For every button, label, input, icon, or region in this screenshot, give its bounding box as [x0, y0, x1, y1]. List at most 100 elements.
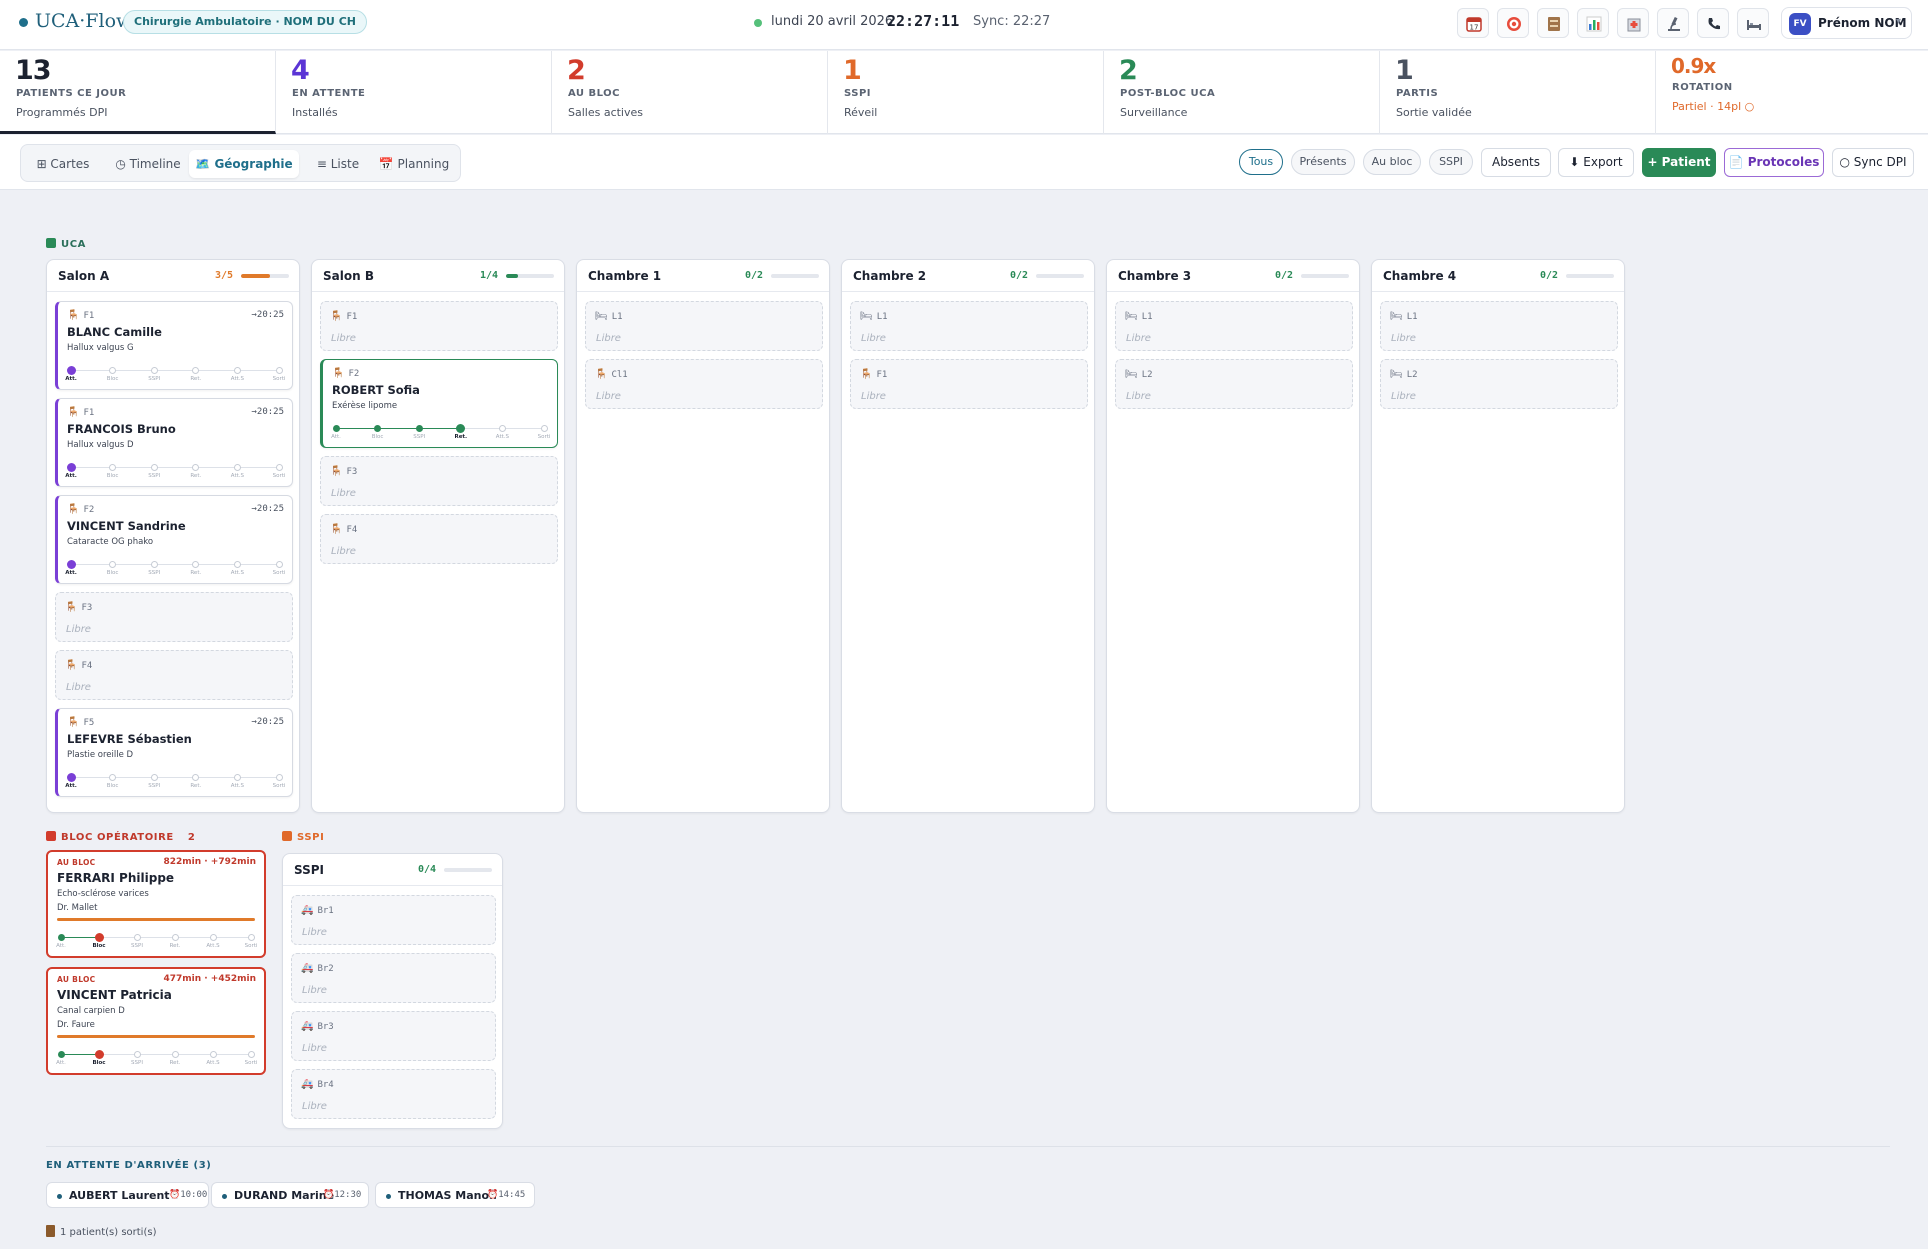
procedure: Plastie oreille D	[67, 750, 134, 760]
waiting-chip[interactable]: AUBERT Laurent ⏰10:00	[46, 1182, 209, 1208]
stat-waiting[interactable]: 4 EN ATTENTE Installés	[276, 51, 552, 134]
track-line	[71, 564, 279, 565]
filter-tous[interactable]: Tous	[1239, 149, 1283, 175]
free-slot[interactable]: 🪑 F4 Libre	[320, 514, 558, 564]
free-slot[interactable]: 🚑 Br2 Libre	[291, 953, 496, 1003]
patient-card[interactable]: 🪑 F1 →20:25 FRANCOIS Bruno Hallux valgus D At…	[55, 398, 293, 487]
free-slot[interactable]: 🚑 Br4 Libre	[291, 1069, 496, 1119]
progress-track: Att. Bloc SSPI Ret. Att.S Sorti	[65, 560, 285, 577]
step-dot	[192, 561, 200, 568]
calendar-button[interactable]: 17	[1457, 8, 1489, 38]
room-header[interactable]: Salon B 1/4	[312, 260, 564, 292]
patient-card[interactable]: 🪑 F2 →20:25 VINCENT Sandrine Cataracte OG ph…	[55, 495, 293, 584]
slot-code-label: L2	[1141, 370, 1153, 380]
target-button[interactable]	[1497, 8, 1529, 38]
hospital-button[interactable]	[1617, 8, 1649, 38]
step-label: SSPI	[148, 783, 161, 789]
slot-code-label: Br2	[317, 964, 334, 974]
tab-liste[interactable]: ≡ Liste	[309, 150, 367, 178]
step-label: Att.	[65, 570, 77, 576]
free-slot[interactable]: 🛏 L1 Libre	[1115, 301, 1353, 351]
app-logo[interactable]: UCA·Flow	[35, 10, 132, 32]
stats-button[interactable]	[1577, 8, 1609, 38]
step-label: Bloc	[371, 434, 384, 440]
waiting-chip[interactable]: DURAND Marine ⏰12:30	[211, 1182, 369, 1208]
free-slot[interactable]: 🛏 L1 Libre	[1380, 301, 1618, 351]
step-label: SSPI	[148, 376, 161, 382]
stat-post-bloc[interactable]: 2 POST-BLOC UCA Surveillance	[1104, 51, 1380, 134]
free-slot[interactable]: 🪑 F3 Libre	[320, 456, 558, 506]
tab-cartes[interactable]: ⊞ Cartes	[31, 150, 95, 178]
stat-sspi[interactable]: 1 SSPI Réveil	[828, 51, 1104, 134]
tab-geographie[interactable]: 🗺️ Géographie	[189, 150, 299, 178]
procedure: Echo-sclérose varices	[57, 889, 149, 899]
logo-dot	[19, 18, 28, 27]
filter-au-bloc[interactable]: Au bloc	[1363, 149, 1421, 175]
step-label: Att.S	[230, 376, 244, 382]
slot-code-label: Br3	[317, 1022, 334, 1032]
step-dot	[275, 774, 283, 781]
sync-dpi-button[interactable]: ○ Sync DPI	[1832, 148, 1914, 177]
free-slot[interactable]: 🚑 Br1 Libre	[291, 895, 496, 945]
step-label: Att.S	[230, 570, 244, 576]
free-slot[interactable]: 🪑 F4 Libre	[55, 650, 293, 700]
protocoles-button[interactable]: 📄 Protocoles	[1724, 148, 1824, 177]
tab-planning[interactable]: 📅 Planning	[373, 150, 455, 178]
user-menu-button[interactable]: FV Prénom NOM ▾	[1781, 7, 1912, 39]
room-header[interactable]: Chambre 1 0/2	[577, 260, 829, 292]
filter-sspi[interactable]: SSPI	[1429, 149, 1473, 175]
room-header[interactable]: Chambre 3 0/2	[1107, 260, 1359, 292]
free-slot[interactable]: 🪑 F3 Libre	[55, 592, 293, 642]
stat-rotation[interactable]: 0.9x ROTATION Partiel · 14pl ○	[1656, 51, 1928, 134]
expected-time: →20:25	[251, 310, 284, 320]
slot-status: Libre	[861, 391, 886, 402]
step-dot	[150, 774, 158, 781]
tab-timeline[interactable]: ◷ Timeline	[107, 150, 189, 178]
free-slot[interactable]: 🚑 Br3 Libre	[291, 1011, 496, 1061]
step-label: Sorti	[537, 434, 551, 440]
lab-button[interactable]	[1657, 8, 1689, 38]
patient-card[interactable]: 🪑 F5 →20:25 LEFEVRE Sébastien Plastie oreill…	[55, 708, 293, 797]
free-slot[interactable]: 🪑 F1 Libre	[850, 359, 1088, 409]
slot-code-label: F3	[81, 603, 93, 613]
section-bloc-label: BLOC OPÉRATOIRE	[61, 832, 174, 843]
room-header[interactable]: Chambre 4 0/2	[1372, 260, 1624, 292]
room-header[interactable]: SSPI 0/4	[283, 854, 502, 886]
waiting-chip[interactable]: THOMAS Manon ⏰14:45	[375, 1182, 535, 1208]
bloc-patient-card[interactable]: AU BLOC 822min · +792min FERRARI Philippe E…	[46, 850, 266, 958]
free-slot[interactable]: 🛏 L1 Libre	[850, 301, 1088, 351]
step-dot	[94, 933, 104, 942]
procedure: Hallux valgus D	[67, 440, 134, 450]
chair-icon: 🪑	[67, 717, 80, 728]
patient-card[interactable]: 🪑 F2 ROBERT Sofia Exérèse lipome Att. Bloc SSP…	[320, 359, 558, 448]
archive-button[interactable]	[1537, 8, 1569, 38]
bloc-patient-card[interactable]: AU BLOC 477min · +452min VINCENT Patricia C…	[46, 967, 266, 1075]
add-patient-button[interactable]: + Patient	[1642, 148, 1716, 177]
step-label: Att.	[56, 943, 66, 949]
slot-code: 🪑 F1	[67, 407, 94, 418]
duration-bar	[57, 1035, 255, 1038]
stat-patients[interactable]: 13 PATIENTS CE JOUR Programmés DPI	[0, 51, 276, 134]
room-header[interactable]: Salon A 3/5	[47, 260, 299, 292]
stat-left[interactable]: 1 PARTIS Sortie validée	[1380, 51, 1656, 134]
chair-icon: 🪑	[67, 504, 80, 515]
stat-sub: Surveillance	[1120, 106, 1188, 119]
beds-button[interactable]	[1737, 8, 1769, 38]
patient-card[interactable]: 🪑 F1 →20:25 BLANC Camille Hallux valgus G Att…	[55, 301, 293, 390]
filter-presents[interactable]: Présents	[1291, 149, 1355, 175]
room-occupancy: 0/2	[1274, 270, 1293, 281]
slot-status: Libre	[1126, 333, 1151, 344]
step-label: Ret.	[190, 376, 202, 382]
free-slot[interactable]: 🪑 F1 Libre	[320, 301, 558, 351]
track-line	[71, 467, 279, 468]
room-header[interactable]: Chambre 2 0/2	[842, 260, 1094, 292]
phone-button[interactable]	[1697, 8, 1729, 38]
free-slot[interactable]: 🛏 L2 Libre	[1115, 359, 1353, 409]
free-slot[interactable]: 🛏 L2 Libre	[1380, 359, 1618, 409]
stat-bloc[interactable]: 2 AU BLOC Salles actives	[552, 51, 828, 134]
export-button[interactable]: ⬇ Export	[1558, 148, 1634, 177]
filter-absents[interactable]: Absents	[1481, 148, 1551, 177]
stat-value: 1	[843, 55, 862, 86]
free-slot[interactable]: 🪑 Cl1 Libre	[585, 359, 823, 409]
free-slot[interactable]: 🛏 L1 Libre	[585, 301, 823, 351]
